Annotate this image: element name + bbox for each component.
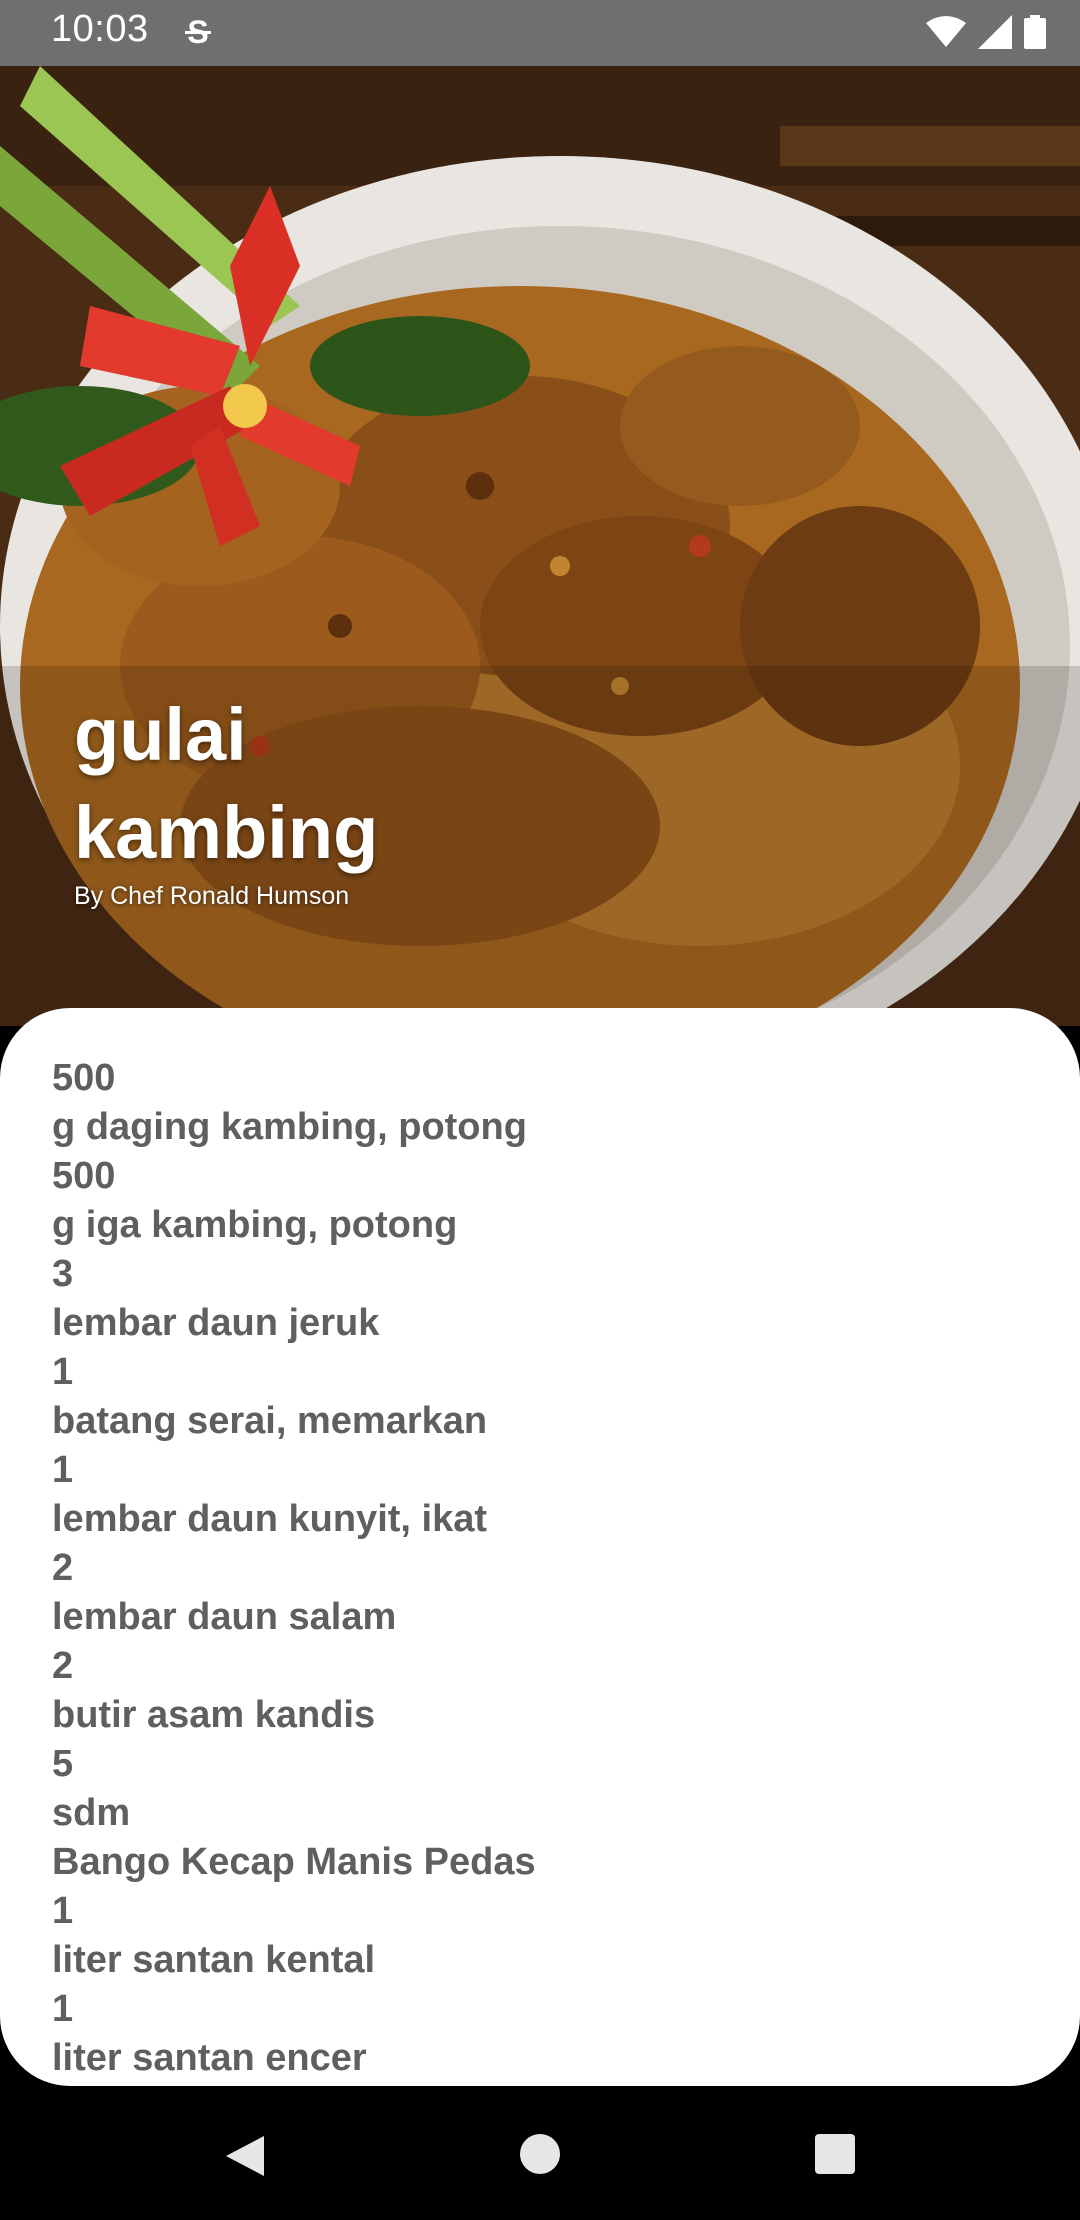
ingredient-description: g iga kambing, potong: [52, 1204, 458, 1246]
ingredient-quantity: 1: [52, 1449, 74, 1491]
wifi-icon: [926, 16, 966, 47]
back-icon[interactable]: [222, 2134, 266, 2178]
ingredient-item: 2 butir asam kandis: [52, 1642, 1028, 1740]
ingredient-item: Bango Kecap Manis Pedas 1: [52, 1838, 1028, 1936]
ingredient-item: 1 batang serai, memarkan: [52, 1348, 1028, 1446]
ingredient-item: liter santan kental 1: [52, 1936, 1028, 2034]
ingredient-item: 3 lembar daun jeruk: [52, 1250, 1028, 1348]
ingredient-description: 1: [52, 1988, 74, 2030]
recipe-author: By Chef Ronald Humson: [74, 882, 350, 910]
home-icon[interactable]: [520, 2134, 560, 2174]
screen: 10:03 S gulai kambing By Chef Ronald Hum…: [0, 0, 1080, 2220]
status-time: 10:03: [51, 8, 149, 50]
recipe-title: gulai kambing: [74, 693, 379, 874]
ingredients-panel[interactable]: 500 g daging kambing, potong 500 g iga k…: [0, 1008, 1080, 2086]
ingredient-quantity: liter santan encer: [52, 2037, 367, 2079]
battery-icon: [1024, 15, 1046, 49]
ingredient-description: g daging kambing, potong: [52, 1106, 527, 1148]
s-sync-icon: S: [183, 14, 213, 50]
ingredient-item: 2 lembar daun salam: [52, 1544, 1028, 1642]
ingredient-description: batang serai, memarkan: [52, 1400, 488, 1442]
ingredient-description: lembar daun kunyit, ikat: [52, 1498, 487, 1540]
ingredient-description: butir asam kandis: [52, 1694, 376, 1736]
ingredient-item: 5 sdm: [52, 1740, 1028, 1838]
ingredient-quantity: 5: [52, 1743, 74, 1785]
recents-icon[interactable]: [815, 2134, 855, 2174]
ingredient-item: 500 g daging kambing, potong: [52, 1054, 1028, 1152]
ingredient-quantity: 2: [52, 1547, 74, 1589]
ingredient-item: 500 g iga kambing, potong: [52, 1152, 1028, 1250]
ingredient-quantity: 1: [52, 1351, 74, 1393]
ingredient-description: 1: [52, 1890, 74, 1932]
navigation-bar: [0, 2086, 1080, 2220]
ingredient-item: 1 lembar daun kunyit, ikat: [52, 1446, 1028, 1544]
ingredient-quantity: 2: [52, 1645, 74, 1687]
ingredient-quantity: 500: [52, 1155, 116, 1197]
ingredient-quantity: 3: [52, 1253, 74, 1295]
status-icons: [926, 14, 1046, 50]
ingredient-quantity: Bango Kecap Manis Pedas: [52, 1841, 536, 1883]
ingredient-description: sdm: [52, 1792, 131, 1834]
ingredient-quantity: 500: [52, 1057, 116, 1099]
ingredient-item: liter santan encer: [52, 2034, 1028, 2083]
ingredient-quantity: liter santan kental: [52, 1939, 376, 1981]
status-bar: 10:03 S: [0, 0, 1080, 66]
ingredient-description: lembar daun salam: [52, 1596, 397, 1638]
ingredient-description: lembar daun jeruk: [52, 1302, 380, 1344]
recipe-hero-image: gulai kambing By Chef Ronald Humson: [0, 66, 1080, 1026]
signal-icon: [978, 15, 1012, 49]
